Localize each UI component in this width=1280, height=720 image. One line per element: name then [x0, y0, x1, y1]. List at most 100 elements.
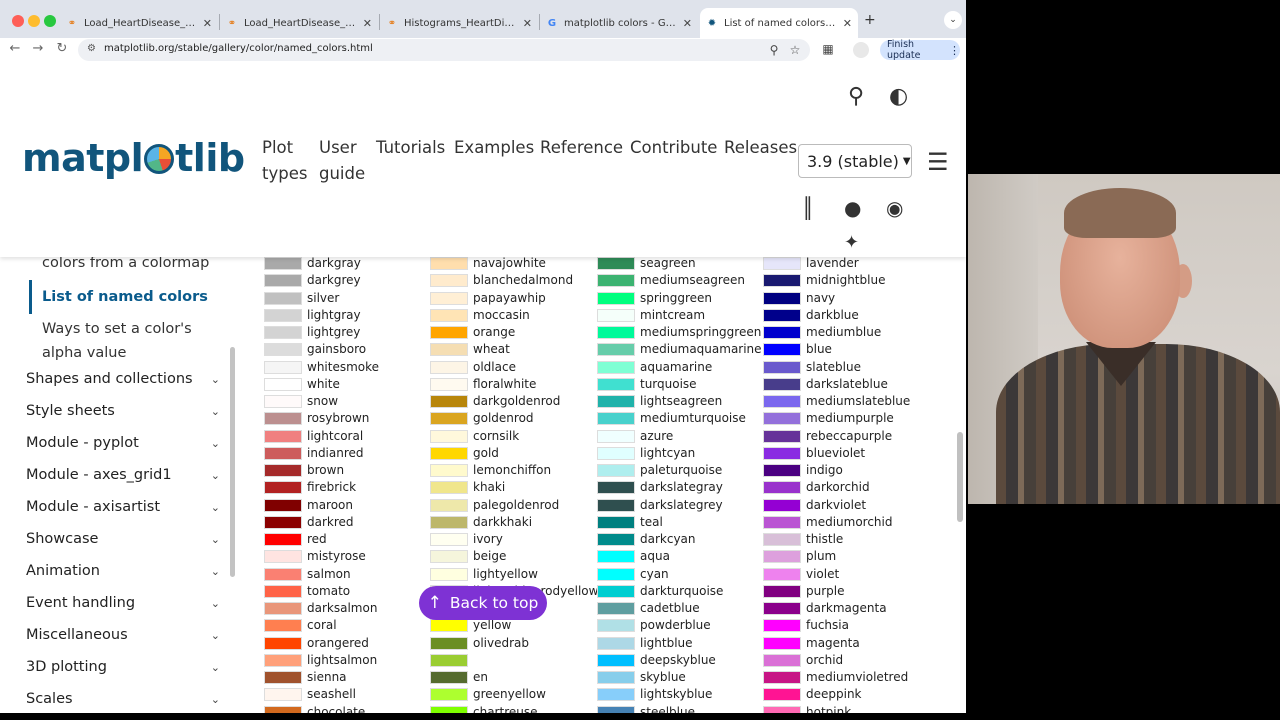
tab-bar: ⚭ Load_HeartDisease_Data.ipynb ✕ ⚭ Load_… [0, 0, 966, 38]
color-swatch [763, 671, 801, 684]
sidebar-section-9[interactable]: 3D plotting ⌄ [26, 655, 220, 679]
version-dropdown[interactable]: 3.9 (stable) ▼ [798, 144, 912, 178]
profile-avatar[interactable] [853, 42, 869, 58]
color-name: chartreuse [473, 704, 538, 714]
color-name: chocolate [307, 704, 366, 714]
color-swatch [597, 550, 635, 564]
chevron-down-icon[interactable]: ⌄ [211, 373, 220, 386]
forward-arrow-icon[interactable]: → [29, 41, 47, 56]
color-swatch [763, 636, 801, 650]
sidebar-section-8[interactable]: Miscellaneous ⌄ [26, 623, 220, 647]
color-name: mediumorchid [806, 514, 893, 529]
color-swatch [430, 671, 468, 684]
color-name: darkgoldenrod [473, 394, 561, 408]
chevron-down-icon[interactable]: ⌄ [211, 629, 220, 642]
sidebar-section-4[interactable]: Module - axisartist ⌄ [26, 495, 220, 519]
chevron-down-icon[interactable]: ⌄ [211, 501, 220, 514]
sidebar-section-1[interactable]: Style sheets ⌄ [26, 399, 220, 423]
tab-named-colors[interactable]: ✹ List of named colors — Matpl ✕ [700, 8, 858, 38]
colab-icon: ⚭ [67, 17, 77, 29]
color-swatch [597, 481, 635, 495]
twitter-icon[interactable]: ✦ [844, 232, 859, 253]
nav-examples[interactable]: Examples [454, 135, 534, 161]
reload-icon[interactable]: ↻ [53, 41, 71, 56]
theme-toggle-icon[interactable]: ◐ [889, 84, 908, 109]
caret-down-icon: ▼ [902, 155, 911, 167]
color-name: rebeccapurple [806, 428, 893, 443]
color-swatch [597, 688, 635, 702]
minimize-window-dot[interactable] [28, 15, 40, 27]
color-swatch [430, 412, 468, 426]
color-name: navajowhite [473, 256, 546, 270]
chevron-down-icon[interactable]: ⌄ [211, 693, 220, 706]
color-name: springgreen [640, 290, 713, 305]
bookmark-star-icon[interactable]: ☆ [787, 43, 803, 57]
tab-load-heartdisease-1[interactable]: ⚭ Load_HeartDisease_Data.ipynb ✕ [60, 8, 218, 38]
color-swatch [763, 688, 801, 702]
sidebar-section-6[interactable]: Animation ⌄ [26, 559, 220, 583]
color-name: tomato [307, 583, 351, 598]
search-icon[interactable]: ⚲ [848, 84, 864, 109]
address-bar[interactable]: ⚙ matplotlib.org/stable/gallery/color/na… [78, 39, 810, 61]
new-tab-icon[interactable]: + [864, 12, 876, 28]
tab-google-search[interactable]: G matplotlib colors - Google Se ✕ [540, 8, 698, 38]
chevron-down-icon[interactable]: ⌄ [211, 469, 220, 482]
nav-user-guide[interactable]: User guide [319, 135, 365, 187]
gitter-icon[interactable]: ║ [802, 196, 814, 220]
sidebar-section-3[interactable]: Module - axes_grid1 ⌄ [26, 463, 220, 487]
sidebar-section-7[interactable]: Event handling ⌄ [26, 591, 220, 615]
chevron-down-icon[interactable]: ⌄ [211, 405, 220, 418]
color-swatch [430, 481, 468, 495]
sidebar-toggle-icon[interactable]: ☰ [927, 148, 949, 176]
sidebar-section-2[interactable]: Module - pyplot ⌄ [26, 431, 220, 455]
sidebar-item-list-of-named-colors[interactable]: List of named colors [42, 285, 208, 309]
back-arrow-icon[interactable]: ← [6, 41, 24, 56]
site-info-icon[interactable]: ⚙ [87, 43, 96, 54]
color-name: indianred [307, 445, 364, 460]
close-window-dot[interactable] [12, 15, 24, 27]
color-name: darkorchid [806, 480, 870, 495]
color-name: en [473, 670, 488, 684]
tab-histograms[interactable]: ⚭ Histograms_HeartDisease_Data ✕ [380, 8, 538, 38]
color-name: white [307, 376, 340, 391]
nav-tutorials[interactable]: Tutorials [376, 135, 445, 161]
color-swatch [597, 515, 635, 529]
chevron-down-icon[interactable]: ⌄ [211, 661, 220, 674]
color-swatch [264, 481, 302, 495]
chevron-down-icon[interactable]: ⌄ [211, 533, 220, 546]
nav-plot-types[interactable]: Plot types [262, 135, 307, 187]
page-scrollbar[interactable] [957, 432, 963, 522]
zoom-icon[interactable]: ⚲ [766, 43, 782, 57]
color-swatch [763, 377, 801, 391]
tab-search-icon[interactable]: ⌄ [944, 11, 962, 29]
chevron-down-icon[interactable]: ⌄ [211, 597, 220, 610]
tab-load-heartdisease-2[interactable]: ⚭ Load_HeartDisease_Data.ipynb ✕ [220, 8, 378, 38]
sidebar-section-5[interactable]: Showcase ⌄ [26, 527, 220, 551]
back-to-top-button[interactable]: ↑ Back to top [419, 586, 547, 620]
github-icon[interactable]: ◉ [886, 196, 903, 220]
chevron-down-icon[interactable]: ⌄ [211, 437, 220, 450]
sidebar-scrollbar[interactable] [230, 347, 235, 577]
extensions-icon[interactable]: ▦ [820, 42, 836, 56]
discourse-icon[interactable]: ● [844, 196, 861, 220]
nav-contribute[interactable]: Contribute [630, 135, 717, 161]
close-tab-icon[interactable]: ✕ [683, 17, 692, 30]
nav-releases[interactable]: Releases [724, 135, 797, 161]
color-swatch [763, 619, 801, 633]
sidebar-item-alpha[interactable]: Ways to set a color's alpha value [42, 317, 192, 365]
matplotlib-logo[interactable]: matpl tlib [22, 136, 245, 180]
close-tab-icon[interactable]: ✕ [843, 17, 852, 30]
chevron-down-icon[interactable]: ⌄ [211, 565, 220, 578]
close-tab-icon[interactable]: ✕ [363, 17, 372, 30]
color-name: darkmagenta [806, 601, 887, 615]
maximize-window-dot[interactable] [44, 15, 56, 27]
color-swatch [763, 274, 801, 288]
sidebar-section-0[interactable]: Shapes and collections ⌄ [26, 367, 220, 391]
color-swatch [430, 619, 468, 633]
close-tab-icon[interactable]: ✕ [523, 17, 532, 30]
finish-update-button[interactable]: Finish update ⋮ [880, 39, 960, 61]
sidebar-section-10[interactable]: Scales ⌄ [26, 687, 220, 711]
nav-reference[interactable]: Reference [540, 135, 623, 161]
color-swatch [264, 533, 302, 546]
close-tab-icon[interactable]: ✕ [203, 17, 212, 30]
